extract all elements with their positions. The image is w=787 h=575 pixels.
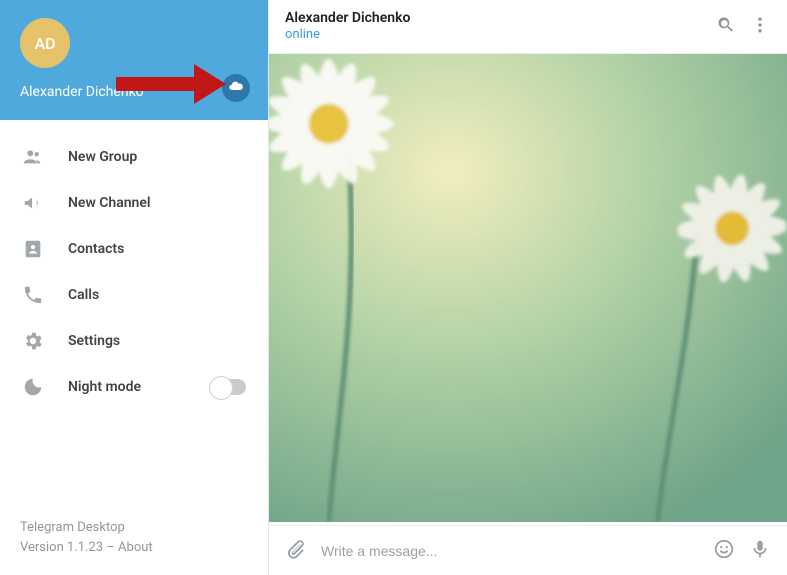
microphone-icon <box>749 538 771 564</box>
cloud-icon <box>228 78 244 98</box>
saved-messages-button[interactable] <box>222 74 250 102</box>
sidebar: AD Alexander Dichenko New Group Ne <box>0 0 269 575</box>
chat-status: online <box>285 27 703 43</box>
settings-icon <box>22 330 44 352</box>
sidebar-item-contacts[interactable]: Contacts <box>0 226 268 272</box>
sidebar-item-label: Night mode <box>68 379 141 395</box>
main-panel: Alexander Dichenko online <box>269 0 787 575</box>
channel-icon <box>22 192 44 214</box>
sidebar-item-new-channel[interactable]: New Channel <box>0 180 268 226</box>
more-vertical-icon <box>750 15 770 39</box>
sidebar-menu: New Group New Channel Contacts Calls Set… <box>0 120 268 502</box>
footer-version[interactable]: Version 1.1.23 – About <box>20 538 248 558</box>
more-button[interactable] <box>749 16 771 38</box>
sidebar-username: Alexander Dichenko <box>20 84 250 100</box>
contacts-icon <box>22 238 44 260</box>
paperclip-icon <box>285 538 307 564</box>
sidebar-item-new-group[interactable]: New Group <box>0 134 268 180</box>
chat-header: Alexander Dichenko online <box>269 0 787 54</box>
sidebar-item-label: New Group <box>68 149 137 165</box>
footer-app-name: Telegram Desktop <box>20 518 248 538</box>
sidebar-item-label: Calls <box>68 287 99 303</box>
sidebar-item-label: Settings <box>68 333 120 349</box>
sidebar-item-label: Contacts <box>68 241 124 257</box>
avatar-initials: AD <box>34 34 55 53</box>
chat-header-names[interactable]: Alexander Dichenko online <box>285 10 703 44</box>
group-icon <box>22 146 44 168</box>
emoji-button[interactable] <box>713 540 735 562</box>
sidebar-item-calls[interactable]: Calls <box>0 272 268 318</box>
sidebar-item-label: New Channel <box>68 195 151 211</box>
chat-title: Alexander Dichenko <box>285 10 703 28</box>
attach-button[interactable] <box>285 540 307 562</box>
sidebar-item-night-mode[interactable]: Night mode <box>0 364 268 410</box>
night-mode-toggle[interactable] <box>210 379 246 395</box>
message-composer <box>269 525 787 575</box>
calls-icon <box>22 284 44 306</box>
search-button[interactable] <box>715 16 737 38</box>
emoji-icon <box>713 538 735 564</box>
sidebar-footer: Telegram Desktop Version 1.1.23 – About <box>0 502 268 575</box>
sidebar-header: AD Alexander Dichenko <box>0 0 268 120</box>
avatar[interactable]: AD <box>20 18 70 68</box>
voice-button[interactable] <box>749 540 771 562</box>
sidebar-item-settings[interactable]: Settings <box>0 318 268 364</box>
search-icon <box>716 15 736 39</box>
chat-background <box>269 54 787 525</box>
background-image <box>269 54 787 522</box>
night-icon <box>22 376 44 398</box>
message-input[interactable] <box>321 543 699 559</box>
